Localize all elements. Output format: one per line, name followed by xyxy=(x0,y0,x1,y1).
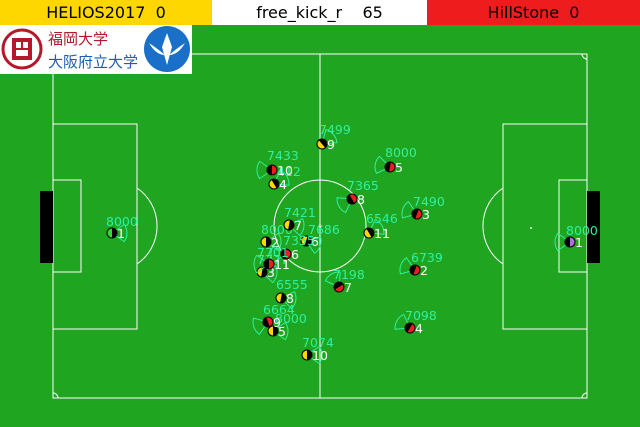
player-number: 1 xyxy=(117,226,125,241)
corner-arc xyxy=(581,53,588,60)
player-number: 3 xyxy=(422,207,430,222)
logo-graphic: 福岡大学 大阪府立大学 xyxy=(1,26,190,72)
player-number: 6 xyxy=(291,247,299,262)
ball xyxy=(530,227,532,229)
player-right-3[interactable]: 74903 xyxy=(401,194,445,222)
player-stamina: 7365 xyxy=(347,178,379,193)
player-right-5[interactable]: 80005 xyxy=(374,145,417,175)
left-goal xyxy=(40,191,53,263)
player-stamina: 7433 xyxy=(267,148,299,163)
left-goal-area xyxy=(52,179,82,273)
player-number: 7 xyxy=(294,218,302,233)
player-number: 7 xyxy=(344,280,352,295)
player-number: 11 xyxy=(274,257,290,272)
player-left-9[interactable]: 74999 xyxy=(316,122,351,152)
player-stamina: 6546 xyxy=(366,211,398,226)
fukuoka-university-emblem-icon xyxy=(1,28,43,70)
right-penalty-arc xyxy=(482,187,504,265)
player-right-7[interactable]: 71987 xyxy=(324,267,365,295)
logo-text-top: 福岡大学 xyxy=(48,30,108,48)
player-number: 9 xyxy=(273,315,281,330)
player-stamina: 6555 xyxy=(276,277,308,292)
player-stamina: 8000 xyxy=(385,145,417,160)
player-number: 1 xyxy=(575,235,583,250)
player-left-10[interactable]: 707410 xyxy=(301,335,334,365)
player-right-10[interactable]: 743310 xyxy=(256,148,299,180)
player-number: 8 xyxy=(357,192,365,207)
player-right-2[interactable]: 67392 xyxy=(399,250,443,278)
corner-arc xyxy=(581,392,588,399)
player-number: 10 xyxy=(277,163,293,178)
logo-text-bottom: 大阪府立大学 xyxy=(48,53,138,71)
player-left-1[interactable]: 80001 xyxy=(106,214,138,243)
corner-arc xyxy=(52,392,59,399)
player-right-8[interactable]: 73658 xyxy=(336,178,379,214)
left-penalty-arc xyxy=(136,187,158,265)
player-number: 2 xyxy=(420,263,428,278)
player-number: 5 xyxy=(395,160,403,175)
player-number: 11 xyxy=(374,226,390,241)
player-stamina: 7499 xyxy=(319,122,351,137)
player-number: 4 xyxy=(415,321,423,336)
osaka-prefecture-university-emblem-icon xyxy=(144,26,190,72)
players-layer: 80001 80002777737412480005768667421765558… xyxy=(106,122,598,365)
player-number: 4 xyxy=(279,177,287,192)
player-left-11[interactable]: 654611 xyxy=(363,211,398,241)
player-right-4[interactable]: 70984 xyxy=(394,308,437,336)
player-number: 10 xyxy=(312,348,328,363)
player-number: 9 xyxy=(327,137,335,152)
university-logo: 福岡大学 大阪府立大学 xyxy=(0,25,192,74)
